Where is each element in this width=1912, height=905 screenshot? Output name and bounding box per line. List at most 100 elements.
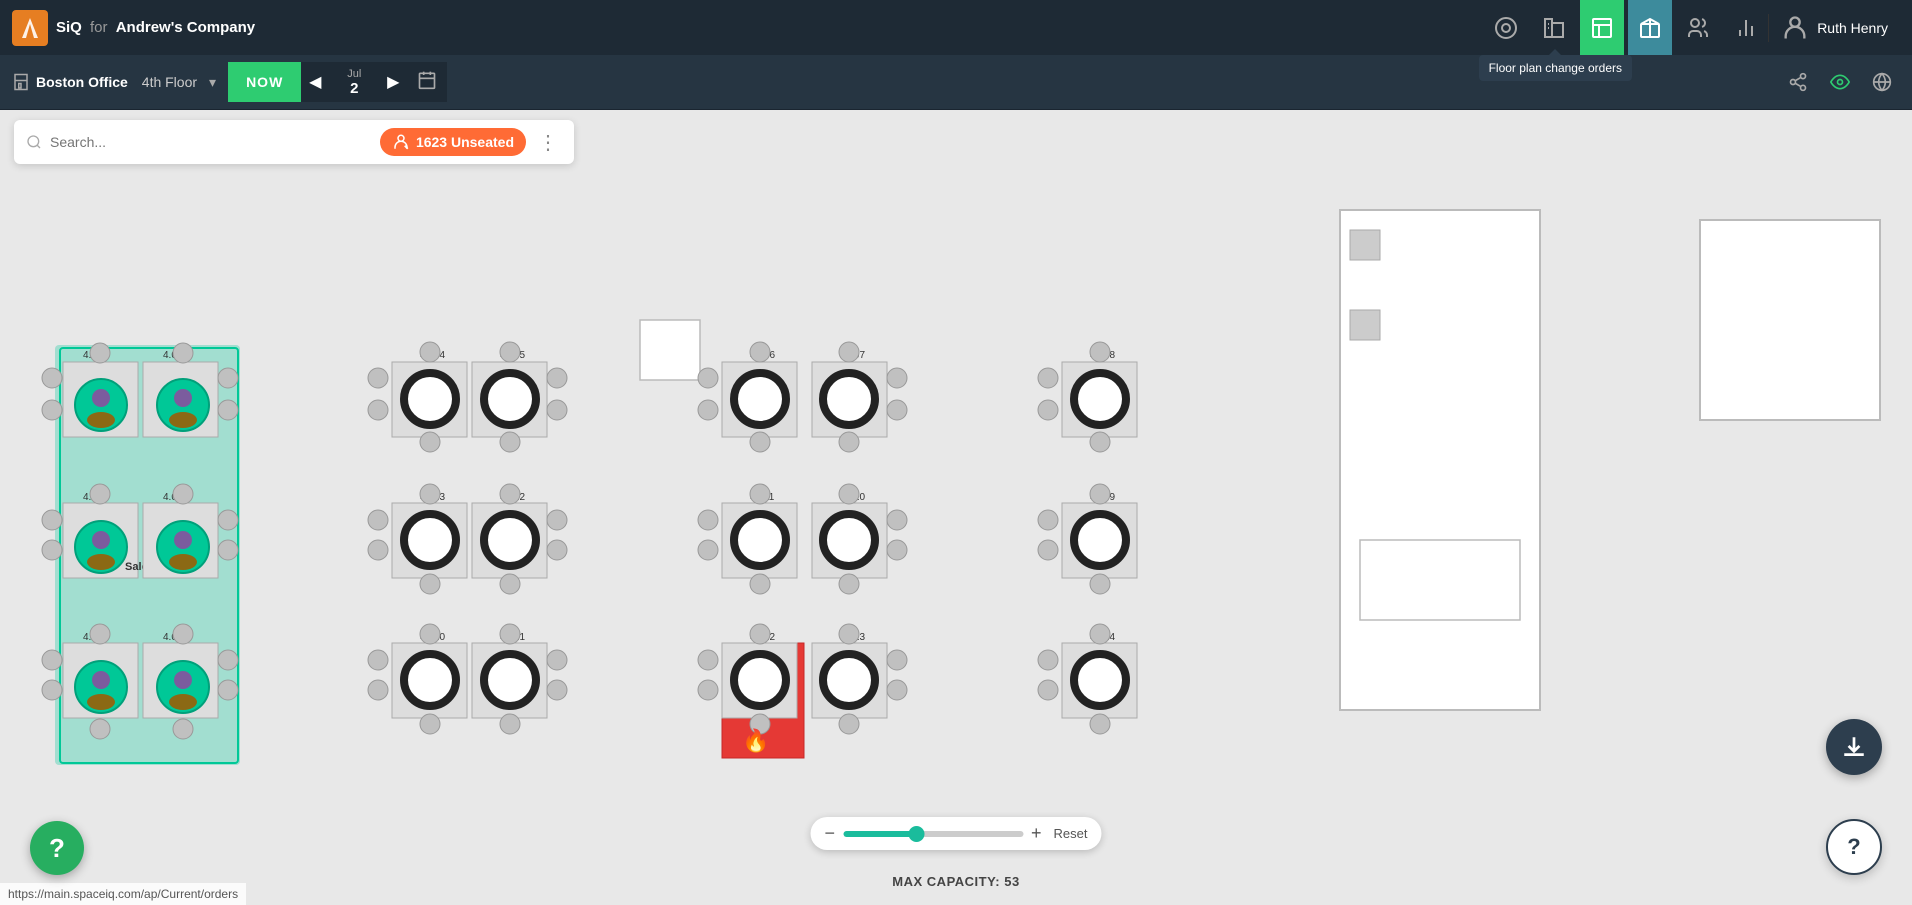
chair — [547, 400, 567, 420]
chair — [547, 368, 567, 388]
chair — [1038, 510, 1058, 530]
chair — [218, 400, 238, 420]
zoom-minus-button[interactable]: − — [825, 823, 836, 844]
nav-analytics[interactable] — [1724, 0, 1768, 55]
chair — [698, 510, 718, 530]
support-button[interactable]: ? — [1826, 819, 1882, 875]
desk-monitor-4024[interactable] — [1074, 654, 1126, 706]
chair — [90, 343, 110, 363]
search-input[interactable] — [50, 134, 372, 150]
date-navigation: NOW ◀ Jul 2 ▶ — [228, 62, 447, 102]
chair — [42, 680, 62, 700]
desk-monitor-4023[interactable] — [823, 654, 875, 706]
chair — [1090, 432, 1110, 452]
building-selector[interactable]: Boston Office 4th Floor ▾ — [12, 73, 216, 91]
date-next-button[interactable]: ▶ — [379, 62, 407, 102]
chair — [547, 680, 567, 700]
search-bar: 1623 Unseated ⋮ — [14, 120, 574, 164]
globe-button[interactable] — [1864, 64, 1900, 100]
chair — [750, 342, 770, 362]
user-avatar-icon — [1781, 14, 1809, 42]
chair — [1090, 574, 1110, 594]
chair — [500, 574, 520, 594]
chair — [887, 510, 907, 530]
desk-monitor-4020[interactable] — [404, 654, 456, 706]
chair — [887, 650, 907, 670]
chair — [218, 368, 238, 388]
chair — [173, 484, 193, 504]
nav-package[interactable] — [1628, 0, 1672, 55]
chair — [420, 624, 440, 644]
chair — [368, 540, 388, 560]
view-button[interactable] — [1822, 64, 1858, 100]
desk-monitor-4011[interactable] — [734, 514, 786, 566]
desk-monitor-4013[interactable] — [404, 514, 456, 566]
chair — [42, 510, 62, 530]
search-icon — [26, 134, 42, 150]
top-navigation: SiQ for Andrew's Company Floor pla — [0, 0, 1912, 55]
desk-monitor-4009[interactable] — [1074, 514, 1126, 566]
logo-area: SiQ for Andrew's Company — [12, 10, 255, 46]
chair — [698, 540, 718, 560]
date-month: Jul — [347, 68, 361, 80]
chair — [218, 680, 238, 700]
chair — [368, 368, 388, 388]
zoom-reset-button[interactable]: Reset — [1054, 826, 1088, 841]
chair — [839, 484, 859, 504]
chair — [1090, 342, 1110, 362]
help-button[interactable]: ? — [30, 821, 84, 875]
chair — [42, 540, 62, 560]
desk-monitor-4021[interactable] — [484, 654, 536, 706]
chair — [500, 484, 520, 504]
zoom-slider[interactable] — [843, 831, 1023, 837]
desk-monitor-4006[interactable] — [734, 373, 786, 425]
max-capacity-label: MAX CAPACITY: 53 — [892, 874, 1019, 889]
desk-monitor-4022[interactable] — [734, 654, 786, 706]
chair — [1038, 368, 1058, 388]
chair — [1090, 624, 1110, 644]
chair — [887, 680, 907, 700]
unseated-count: 1623 Unseated — [416, 134, 514, 150]
logo-icon — [12, 10, 48, 46]
date-prev-button[interactable]: ◀ — [301, 62, 329, 102]
chair — [420, 342, 440, 362]
user-area: Ruth Henry — [1768, 14, 1900, 42]
now-button[interactable]: NOW — [228, 62, 301, 102]
building-name: Boston Office — [36, 74, 128, 90]
chair — [547, 650, 567, 670]
desk-monitor-4004[interactable] — [404, 373, 456, 425]
share-button[interactable] — [1780, 64, 1816, 100]
nav-users[interactable] — [1676, 0, 1720, 55]
calendar-button[interactable] — [407, 62, 447, 102]
download-icon — [1841, 734, 1867, 760]
desk-monitor-4010[interactable] — [823, 514, 875, 566]
desk-monitor-4012[interactable] — [484, 514, 536, 566]
app-title: SiQ for Andrew's Company — [56, 19, 255, 36]
floor-name: 4th Floor — [142, 74, 197, 90]
zoom-plus-button[interactable]: + — [1031, 823, 1042, 844]
more-options-button[interactable]: ⋮ — [534, 130, 562, 155]
chair — [218, 650, 238, 670]
chair — [218, 540, 238, 560]
nav-floorplan[interactable] — [1580, 0, 1624, 55]
chevron-down-icon: ▾ — [209, 74, 216, 91]
download-button[interactable] — [1826, 719, 1882, 775]
chair — [173, 343, 193, 363]
chair — [500, 714, 520, 734]
chair — [42, 368, 62, 388]
chair — [420, 432, 440, 452]
chair — [90, 719, 110, 739]
chair — [1038, 400, 1058, 420]
desk-monitor-4005[interactable] — [484, 373, 536, 425]
chair — [420, 714, 440, 734]
desk-monitor-4007[interactable] — [823, 373, 875, 425]
nav-buildings[interactable] — [1532, 0, 1576, 55]
nav-notifications[interactable] — [1484, 0, 1528, 55]
chair — [698, 368, 718, 388]
chair — [887, 400, 907, 420]
desk-monitor-4008[interactable] — [1074, 373, 1126, 425]
chair — [42, 400, 62, 420]
chair — [887, 368, 907, 388]
chair — [750, 432, 770, 452]
unseated-badge[interactable]: 1623 Unseated — [380, 128, 526, 156]
